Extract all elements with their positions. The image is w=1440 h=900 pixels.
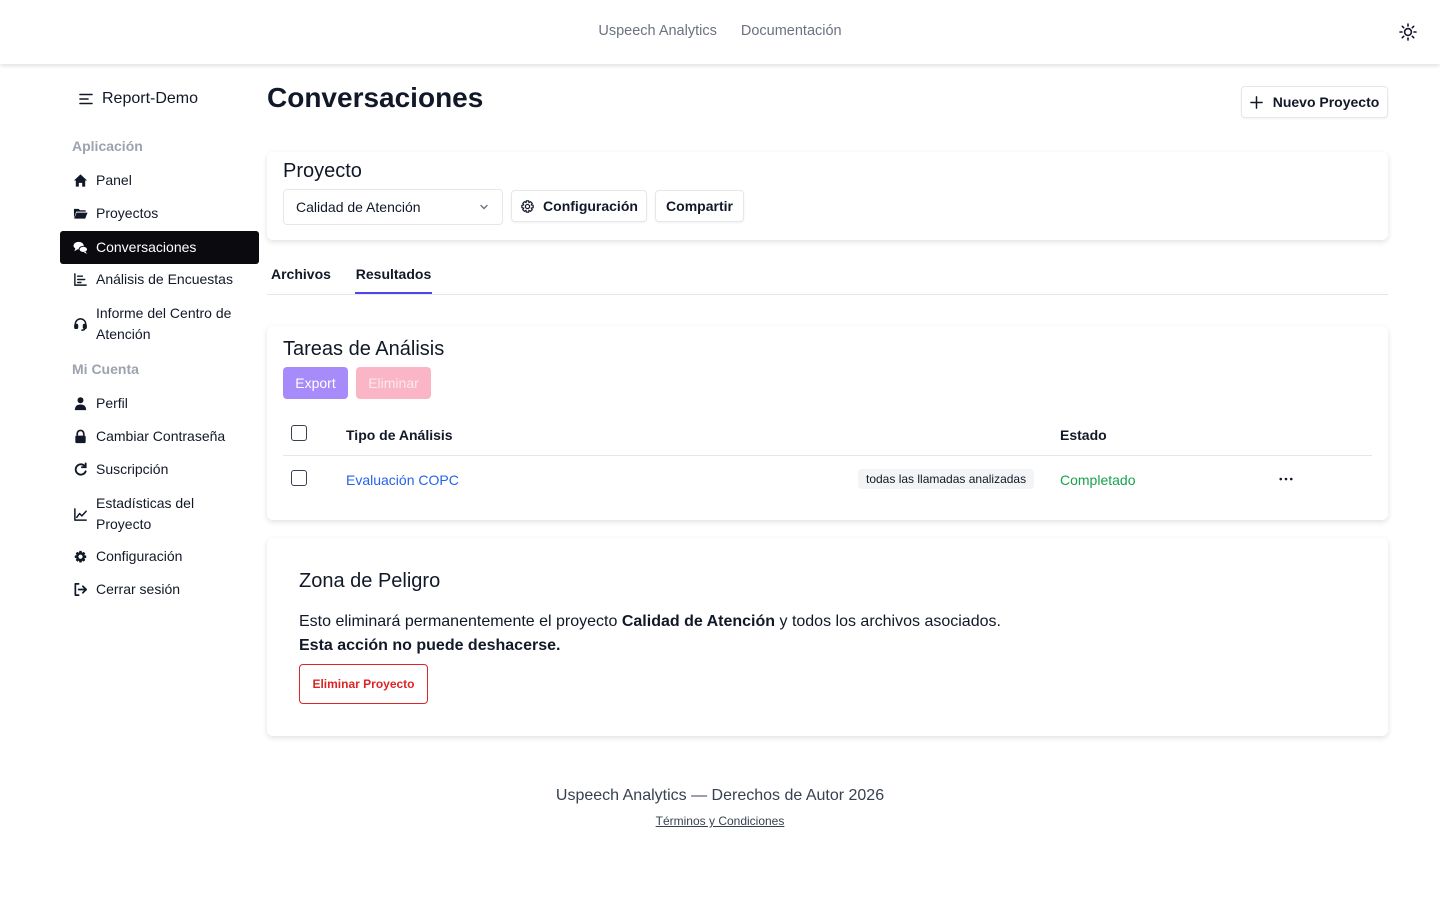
terms-link: Términos y Condiciones (0, 814, 1440, 828)
danger-zone-title: Zona de Peligro (299, 570, 441, 592)
project-config-button[interactable]: Configuración (511, 190, 647, 222)
column-header-tipo-analisis: Tipo de Análisis (346, 427, 453, 443)
sidebar-item-label: Suscripción (96, 461, 169, 477)
new-project-label: Nuevo Proyecto (1272, 94, 1380, 110)
sidebar-item-cerrar-sesion[interactable]: Cerrar sesión (60, 577, 259, 602)
brand-label: Report-Demo (102, 90, 199, 107)
sidebar-item-conversaciones[interactable]: Conversaciones (60, 231, 259, 264)
analysis-type-link[interactable]: Evaluación COPC (346, 472, 459, 488)
section-label-mi-cuenta: Mi Cuenta (72, 361, 139, 377)
sidebar-item-label: Conversaciones (96, 239, 197, 255)
chevron-down-icon (480, 204, 488, 210)
sidebar-item-panel[interactable]: Panel (60, 168, 259, 193)
bar-chart-icon (72, 272, 88, 288)
sidebar-item-proyectos[interactable]: Proyectos (60, 201, 259, 226)
select-all-checkbox[interactable] (291, 425, 307, 441)
sidebar-item-label: Informe del Centro de Atención (96, 305, 232, 342)
terms-link-text[interactable]: Términos y Condiciones (656, 814, 785, 828)
status-text: Completado (1060, 472, 1136, 488)
sidebar-item-label: Análisis de Encuestas (96, 271, 233, 287)
sidebar-item-label: Cambiar Contraseña (96, 428, 226, 444)
nav-links: Uspeech Analytics Documentación (0, 23, 1440, 39)
page-title: Conversaciones (267, 82, 484, 113)
nav-link-documentacion[interactable]: Documentación (741, 23, 842, 39)
gear-icon (72, 549, 88, 565)
sidebar-item-cambiar-contrasena[interactable]: Cambiar Contraseña (60, 424, 259, 449)
line-chart-icon (72, 506, 88, 522)
delete-tasks-button[interactable]: Eliminar (356, 367, 431, 399)
sidebar-item-perfil[interactable]: Perfil (60, 391, 259, 416)
table-divider (283, 455, 1372, 456)
danger-text-after: y todos los archivos asociados. (775, 613, 1001, 630)
logout-icon (72, 582, 88, 598)
nav-link-uspeech-analytics[interactable]: Uspeech Analytics (598, 23, 716, 39)
project-select-value: Calidad de Atención (296, 199, 421, 215)
lock-icon (72, 429, 88, 445)
menu-icon (79, 93, 93, 105)
sidebar-item-configuracion[interactable]: Configuración (60, 544, 259, 569)
danger-project-name: Calidad de Atención (621, 613, 776, 630)
more-options-icon[interactable] (1276, 469, 1296, 489)
sidebar-item-label: Perfil (96, 395, 128, 411)
section-label-aplicacion: Aplicación (72, 138, 143, 154)
status-badge: todas las llamadas analizadas (858, 469, 1035, 489)
tasks-card-title: Tareas de Análisis (283, 338, 445, 360)
top-navbar: Uspeech Analytics Documentación (0, 0, 1440, 64)
sidebar-item-label: Proyectos (96, 205, 159, 221)
tabs: Archivos Resultados (267, 258, 1388, 295)
danger-warning: Esta acción no puede deshacerse. (299, 637, 561, 654)
comments-icon (72, 240, 88, 256)
plus-icon (1249, 95, 1263, 109)
headset-icon (72, 316, 88, 332)
sidebar-item-label: Panel (96, 172, 132, 188)
sidebar-item-estadisticas-proyecto[interactable]: Estadísticas del Proyecto (60, 492, 250, 536)
row-checkbox[interactable] (291, 470, 307, 486)
project-card: Proyecto Calidad de Atención Configuraci… (267, 152, 1388, 240)
column-header-estado: Estado (1060, 427, 1107, 443)
sidebar-item-informe-centro-atencion[interactable]: Informe del Centro de Atención (60, 302, 250, 346)
danger-zone-card: Zona de Peligro Esto eliminará permanent… (267, 538, 1388, 736)
folder-icon (72, 206, 88, 222)
project-select[interactable]: Calidad de Atención (283, 189, 503, 225)
tab-archivos[interactable]: Archivos (271, 266, 331, 294)
refresh-icon (72, 462, 88, 478)
project-card-title: Proyecto (283, 160, 362, 182)
sidebar-item-analisis-encuestas[interactable]: Análisis de Encuestas (60, 267, 259, 292)
home-icon (72, 173, 88, 189)
new-project-button[interactable]: Nuevo Proyecto (1241, 86, 1388, 118)
user-icon (72, 396, 88, 412)
tasks-card: Tareas de Análisis Export Eliminar Tipo … (267, 326, 1388, 520)
delete-project-button[interactable]: Eliminar Proyecto (299, 664, 428, 704)
danger-zone-text: Esto eliminará permanentemente el proyec… (299, 610, 1001, 658)
footer-text: Uspeech Analytics — Derechos de Autor 20… (555, 787, 885, 804)
sidebar-item-label: Configuración (96, 548, 183, 564)
sun-icon[interactable] (1398, 22, 1418, 42)
tab-resultados[interactable]: Resultados (355, 266, 432, 294)
sidebar-brand[interactable]: Report-Demo (78, 90, 198, 108)
sidebar-item-label: Estadísticas del Proyecto (96, 495, 195, 532)
share-button[interactable]: Compartir (655, 190, 744, 222)
config-label: Configuración (543, 198, 638, 214)
sidebar-item-suscripcion[interactable]: Suscripción (60, 457, 259, 482)
gear-icon (521, 199, 534, 213)
sidebar-item-label: Cerrar sesión (96, 581, 181, 597)
share-label: Compartir (666, 198, 733, 214)
danger-text-before: Esto eliminará permanentemente el proyec… (299, 613, 622, 630)
export-button[interactable]: Export (283, 367, 348, 399)
